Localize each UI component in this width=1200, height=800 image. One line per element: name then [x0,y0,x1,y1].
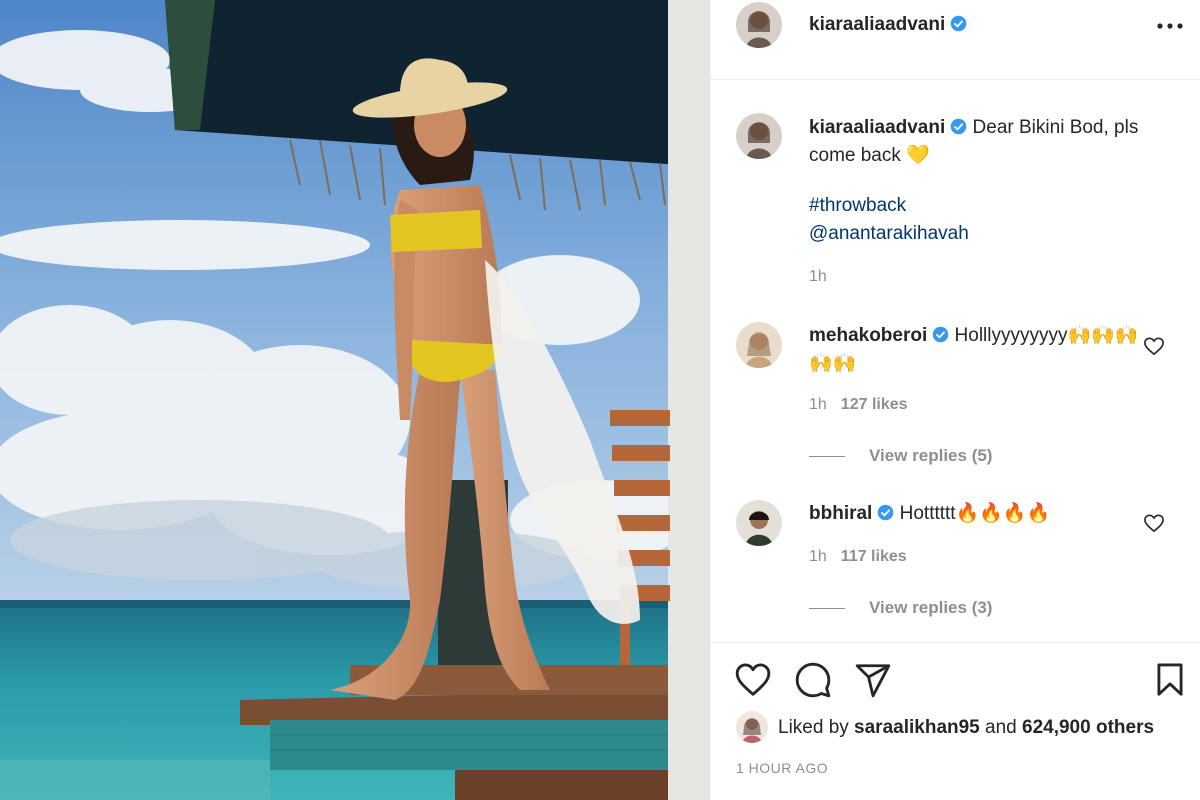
author-avatar[interactable] [736,2,782,48]
comment-time[interactable]: 1h [809,396,827,413]
hashtag-link[interactable]: #throwback [809,192,969,220]
post-photo[interactable] [0,0,710,800]
comment-body: Hotttttt🔥🔥🔥🔥 [899,503,1051,524]
comment-text: bbhiral Hotttttt🔥🔥🔥🔥 [809,500,1139,528]
comment-likes[interactable]: 127 likes [841,396,908,413]
comment-meta: 1h 117 likes [809,548,921,566]
post-sidebar: kiaraaliaadvani kiaraaliaadvani Dear Bik… [710,0,1200,800]
replies-divider [809,608,845,610]
verified-badge-icon [932,326,949,343]
comment-like-heart-icon[interactable] [1143,336,1165,356]
verified-badge-icon [950,118,967,135]
comment-text: mehakoberoi Holllyyyyyyyy🙌🙌🙌🙌🙌 [809,322,1139,378]
beach-photo-illustration [0,0,710,800]
comment-likes[interactable]: 117 likes [841,548,907,565]
view-replies-button[interactable]: View replies (5) [809,446,992,466]
post-actions: Liked by saraalikhan95 and 624,900 other… [711,642,1200,800]
comment-meta: 1h 127 likes [809,396,922,414]
post-header: kiaraaliaadvani [711,0,1200,80]
verified-badge-icon [878,504,894,521]
verified-badge-icon [950,15,967,32]
comment-icon[interactable] [794,661,832,699]
commenter-username[interactable]: bbhiral [809,503,872,524]
liker-avatar[interactable] [736,711,768,743]
caption-links: #throwback @anantarakihavah [809,192,969,248]
replies-divider [809,456,845,458]
commenter-avatar[interactable] [736,500,782,546]
liked-by-row: Liked by saraalikhan95 and 624,900 other… [736,711,1196,745]
commenter-avatar[interactable] [736,322,782,368]
more-options-icon[interactable] [1155,18,1185,34]
liked-by-text: Liked by saraalikhan95 and 624,900 other… [778,717,1155,738]
likes-count[interactable]: 624,900 others [1022,717,1154,738]
comment-time[interactable]: 1h [809,548,827,565]
comment-like-heart-icon[interactable] [1143,513,1165,533]
caption-text: kiaraaliaadvani Dear Bikini Bod, pls com… [809,114,1169,170]
save-bookmark-icon[interactable] [1151,661,1189,699]
share-send-icon[interactable] [854,661,892,699]
caption-username[interactable]: kiaraaliaadvani [809,117,945,138]
caption-time[interactable]: 1h [809,268,827,286]
liker-username[interactable]: saraalikhan95 [854,717,980,738]
post-timestamp[interactable]: 1 HOUR AGO [736,760,828,776]
view-replies-button[interactable]: View replies (3) [809,598,992,618]
commenter-username[interactable]: mehakoberoi [809,325,927,346]
author-username[interactable]: kiaraaliaadvani [809,14,967,36]
mention-link[interactable]: @anantarakihavah [809,220,969,248]
caption-avatar[interactable] [736,113,782,159]
like-heart-icon[interactable] [734,661,772,699]
